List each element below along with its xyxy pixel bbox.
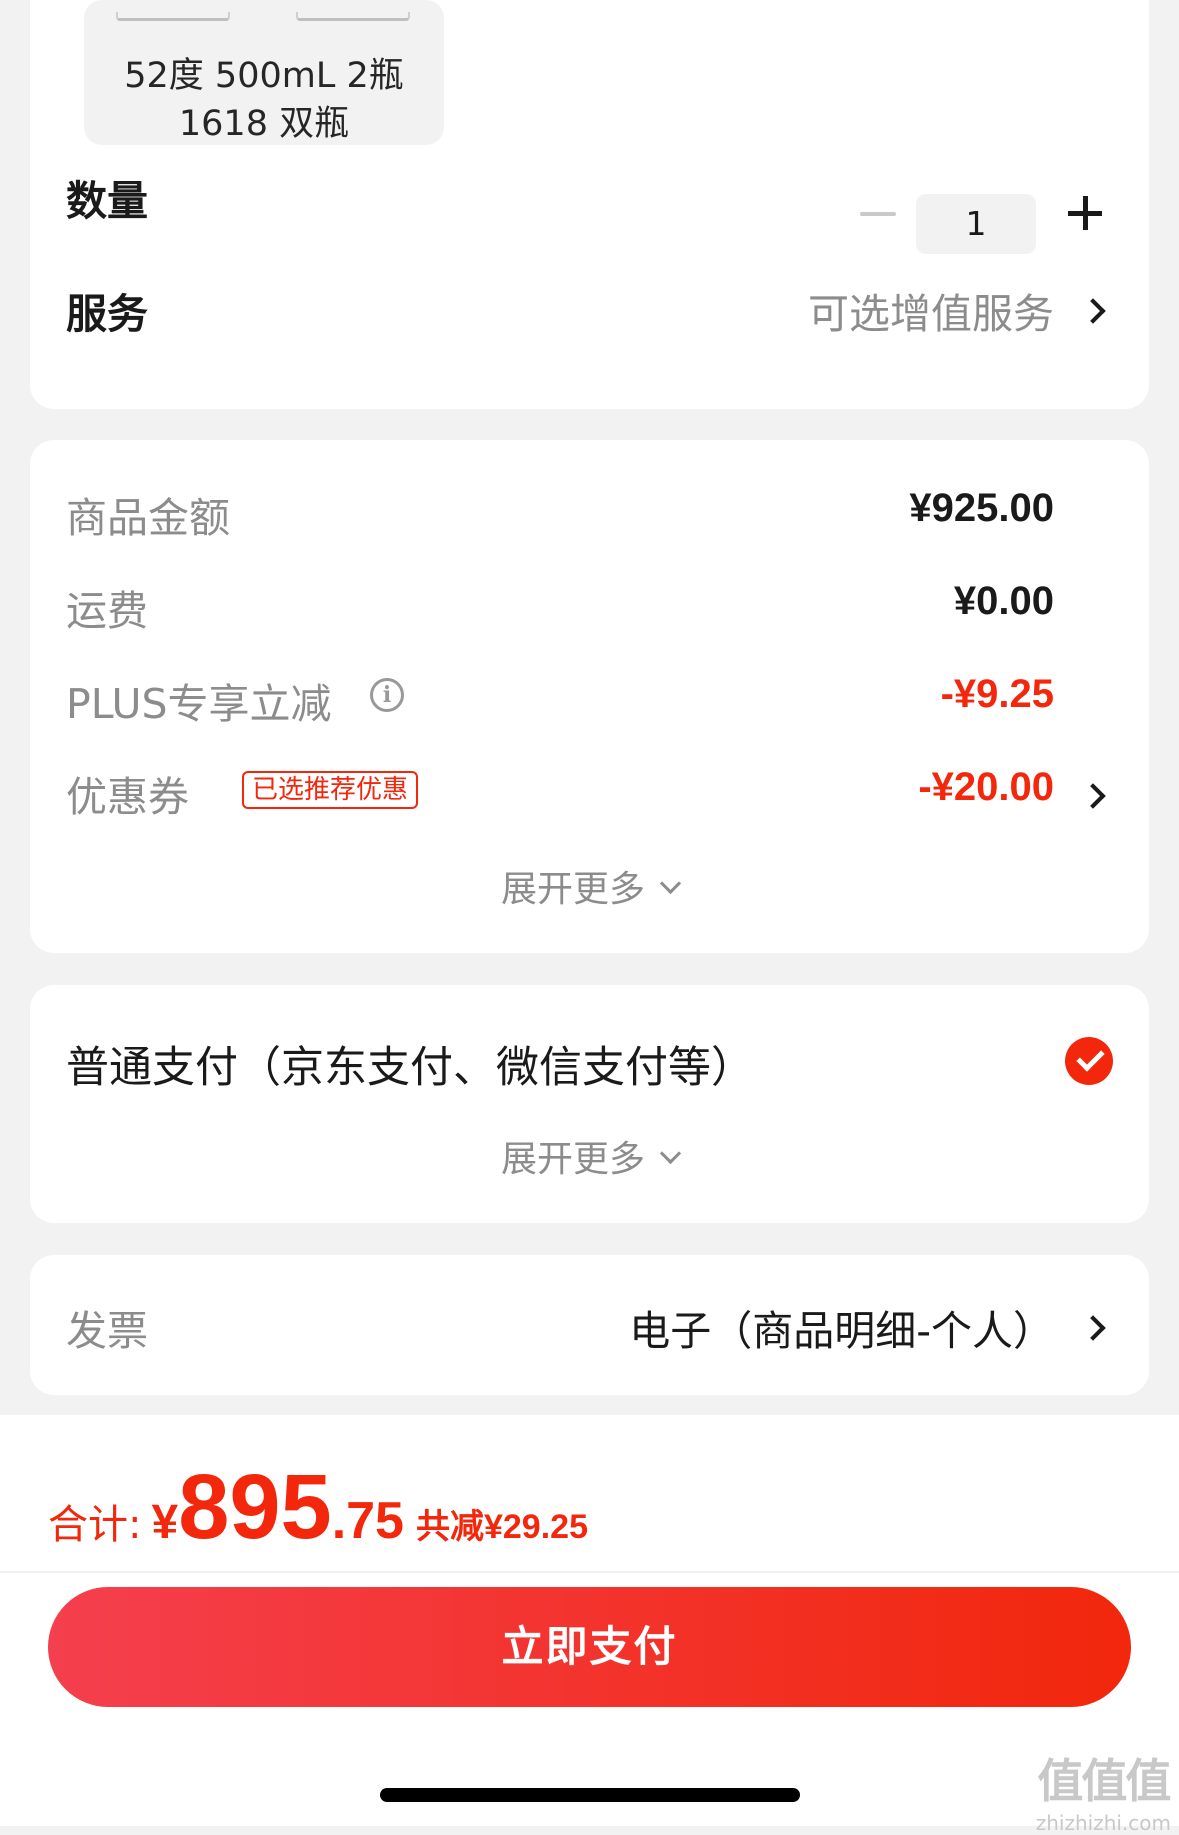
checkout-bar: 合计: ¥895.75 共减¥29.25 立即支付 值值值 zhizhizhi.co… xyxy=(0,1415,1179,1835)
watermark-logo: 值值值 zhizhizhi.com xyxy=(1035,1745,1172,1835)
service-chevron-icon[interactable] xyxy=(1080,298,1106,324)
home-indicator[interactable] xyxy=(380,1788,800,1802)
spec-option-tile[interactable]: 52度 500mL 2瓶 1618 双瓶 xyxy=(84,0,444,145)
quantity-label: 数量 xyxy=(66,177,148,225)
watermark-main: 值值值 xyxy=(1037,1754,1171,1808)
shipping-label: 运费 xyxy=(66,587,148,635)
price-breakdown-card: 商品金额 ¥925.00 运费 ¥0.00 PLUS专享立减 i -¥9.25 … xyxy=(30,440,1149,953)
service-label: 服务 xyxy=(66,290,148,338)
coupon-value[interactable]: -¥20.00 xyxy=(918,765,1054,810)
quantity-minus-button[interactable] xyxy=(860,212,896,216)
expand-more-label: 展开更多 xyxy=(500,869,645,910)
plus-discount-label: PLUS专享立减 xyxy=(66,680,332,728)
pay-now-button[interactable]: 立即支付 xyxy=(48,1587,1131,1707)
invoice-chevron-icon[interactable] xyxy=(1080,1315,1106,1341)
spec-text: 52度 500mL 2瓶 1618 双瓶 xyxy=(84,52,444,148)
chevron-down-icon xyxy=(659,1142,682,1165)
expand-more-label: 展开更多 xyxy=(500,1139,645,1180)
price-expand-more[interactable]: 展开更多 xyxy=(30,860,1149,912)
chevron-down-icon xyxy=(659,872,682,895)
goods-amount-value: ¥925.00 xyxy=(909,486,1054,530)
total-summary: 合计: ¥895.75 共减¥29.25 xyxy=(48,1455,588,1560)
spec-line-2: 1618 双瓶 xyxy=(178,104,350,144)
bottle-image xyxy=(116,12,230,21)
total-integer: 895 xyxy=(178,1456,332,1558)
coupon-label: 优惠券 xyxy=(66,773,189,821)
plus-discount-value: -¥9.25 xyxy=(940,672,1054,716)
total-saved: 共减¥29.25 xyxy=(415,1508,588,1546)
spec-line-1: 52度 500mL 2瓶 xyxy=(124,56,404,96)
bottle-image xyxy=(296,12,410,21)
watermark-sub: zhizhizhi.com xyxy=(1035,1811,1171,1835)
invoice-value[interactable]: 电子（商品明细-个人） xyxy=(629,1297,1054,1357)
payment-method-card: 普通支付（京东支付、微信支付等） 展开更多 xyxy=(30,985,1149,1223)
payment-expand-more[interactable]: 展开更多 xyxy=(30,1130,1149,1182)
service-value[interactable]: 可选增值服务 xyxy=(808,280,1054,340)
quantity-plus-button[interactable] xyxy=(1068,196,1102,230)
checkmark-icon[interactable] xyxy=(1065,1037,1113,1085)
coupon-recommended-badge: 已选推荐优惠 xyxy=(242,771,419,809)
total-label: 合计: xyxy=(48,1502,142,1548)
shipping-value: ¥0.00 xyxy=(953,579,1054,623)
goods-amount-label: 商品金额 xyxy=(66,494,230,542)
invoice-label: 发票 xyxy=(66,1307,148,1355)
coupon-chevron-icon[interactable] xyxy=(1080,783,1106,809)
total-currency: ¥ xyxy=(151,1496,179,1549)
product-card: 52度 500mL 2瓶 1618 双瓶 数量 1 服务 可选增值服务 xyxy=(30,0,1149,409)
quantity-input[interactable]: 1 xyxy=(916,194,1036,254)
total-decimal: .75 xyxy=(331,1492,404,1550)
info-icon[interactable]: i xyxy=(370,678,404,712)
payment-method-label[interactable]: 普通支付（京东支付、微信支付等） xyxy=(66,1033,754,1095)
divider xyxy=(0,1571,1179,1573)
invoice-card[interactable]: 发票 电子（商品明细-个人） xyxy=(30,1255,1149,1395)
